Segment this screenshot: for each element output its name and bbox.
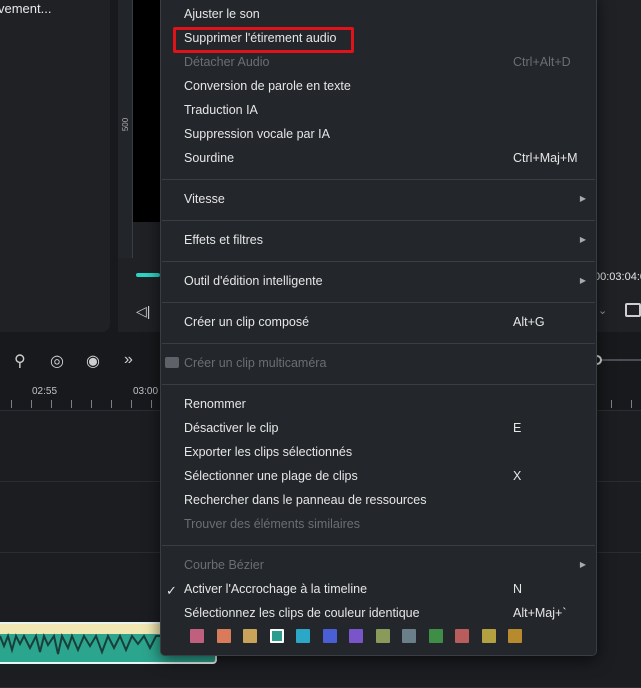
color-swatch[interactable] (296, 629, 310, 643)
color-swatch[interactable] (402, 629, 416, 643)
shortcut-disable-clip: E (513, 421, 522, 435)
menu-item-label: Suppression vocale par IA (184, 127, 330, 141)
menu-item-adjust-audio[interactable]: Ajuster le son (184, 2, 596, 26)
menu-item-label: Sélectionnez les clips de couleur identi… (184, 606, 420, 620)
menu-item-label: Sourdine (184, 151, 235, 165)
monitor-icon[interactable] (625, 303, 641, 317)
menu-item-ai-translation[interactable]: Traduction IA (184, 98, 596, 122)
menu-item-label: Créer un clip multicaméra (184, 356, 327, 370)
submenu-arrow-icon: ▶ (579, 235, 586, 244)
color-swatch[interactable] (428, 629, 443, 643)
menu-item-timeline-snapping[interactable]: Activer l'Accrochage à la timeline (184, 577, 596, 601)
shortcut-mute: Ctrl+Maj+M (513, 151, 578, 165)
menu-divider (162, 302, 595, 303)
menu-item-multicam-clip: Créer un clip multicaméra (184, 351, 596, 375)
ruler-label: 500 (121, 117, 131, 132)
menu-item-label: Outil d'édition intelligente (184, 274, 323, 288)
menu-item-label: Conversion de parole en texte (184, 79, 351, 93)
menu-item-label: Exporter les clips sélectionnés (184, 445, 353, 459)
menu-divider (162, 545, 595, 546)
audio-ducking-icon[interactable]: ◉ (86, 351, 100, 371)
menu-item-effects-filters[interactable]: Effets et filtres ▶ (184, 228, 596, 252)
zoom-slider-track[interactable] (602, 359, 641, 361)
menu-item-label: Courbe Bézier (184, 558, 264, 572)
submenu-arrow-icon: ▶ (579, 276, 586, 285)
menu-divider (162, 220, 595, 221)
submenu-arrow-icon: ▶ (579, 560, 586, 569)
audio-split-icon[interactable]: ⚲ (14, 351, 26, 371)
context-menu: Ajuster le son Supprimer l'étirement aud… (160, 0, 597, 656)
menu-divider (162, 343, 595, 344)
speed-icon[interactable]: ◎ (50, 351, 64, 371)
menu-item-smart-edit-tool[interactable]: Outil d'édition intelligente ▶ (184, 269, 596, 293)
color-swatch[interactable] (243, 629, 257, 643)
timecode: 00:03:04:0 (594, 271, 641, 283)
menu-item-label: Détacher Audio (184, 55, 270, 69)
menu-divider (162, 261, 595, 262)
color-swatch[interactable] (322, 629, 337, 643)
previous-frame-icon[interactable]: ◁| (136, 303, 150, 320)
shortcut-select-range: X (513, 469, 522, 483)
color-swatch[interactable] (455, 629, 469, 643)
color-swatch[interactable] (349, 629, 363, 643)
menu-item-label: Activer l'Accrochage à la timeline (184, 582, 368, 596)
menu-item-bezier-curve: Courbe Bézier ▶ (184, 553, 596, 577)
time-label: 02:55 (32, 386, 58, 397)
menu-divider (162, 179, 595, 180)
menu-item-ai-vocal-removal[interactable]: Suppression vocale par IA (184, 122, 596, 146)
menu-item-label: Effets et filtres (184, 233, 263, 247)
shortcut-detach-audio: Ctrl+Alt+D (513, 55, 571, 69)
menu-item-label: Vitesse (184, 192, 225, 206)
media-panel (0, 0, 110, 332)
shortcut-same-color: Alt+Maj+` (513, 606, 567, 620)
shortcut-compound-clip: Alt+G (513, 315, 545, 329)
menu-item-label: Sélectionner une plage de clips (184, 469, 358, 483)
menu-item-find-similar: Trouver des éléments similaires (184, 512, 596, 536)
chevron-down-icon[interactable]: ⌄ (598, 304, 607, 317)
menu-divider (162, 384, 595, 385)
color-swatch[interactable] (190, 629, 204, 643)
color-swatch[interactable] (375, 629, 390, 643)
menu-item-label: Renommer (184, 397, 246, 411)
menu-item-label: Traduction IA (184, 103, 258, 117)
shortcut-snapping: N (513, 582, 523, 596)
playback-progress[interactable] (136, 273, 160, 277)
menu-item-rename[interactable]: Renommer (184, 392, 596, 416)
multicam-icon (165, 357, 179, 368)
menu-item-speech-to-text[interactable]: Conversion de parole en texte (184, 74, 596, 98)
menu-item-label: Ajuster le son (184, 7, 260, 21)
media-item-title[interactable]: vement... (0, 1, 51, 16)
menu-item-export-selected[interactable]: Exporter les clips sélectionnés (184, 440, 596, 464)
checkmark-icon: ✓ (166, 583, 177, 598)
time-label: 03:00 (133, 386, 159, 397)
menu-item-search-resources[interactable]: Rechercher dans le panneau de ressources (184, 488, 596, 512)
menu-item-select-clip-range[interactable]: Sélectionner une plage de clips (184, 464, 596, 488)
color-swatch[interactable] (481, 629, 496, 643)
color-swatch[interactable] (508, 629, 522, 643)
menu-item-label: Désactiver le clip (184, 421, 279, 435)
menu-item-label: Rechercher dans le panneau de ressources (184, 493, 427, 507)
menu-item-label: Trouver des éléments similaires (184, 517, 360, 531)
submenu-arrow-icon: ▶ (579, 194, 586, 203)
menu-item-speed[interactable]: Vitesse ▶ (184, 187, 596, 211)
color-swatch[interactable] (216, 629, 231, 643)
menu-item-disable-clip[interactable]: Désactiver le clip (184, 416, 596, 440)
menu-item-label: Créer un clip composé (184, 315, 310, 329)
more-tools-icon[interactable]: » (124, 351, 133, 369)
highlight-box (173, 27, 354, 53)
color-swatch[interactable] (269, 629, 284, 643)
